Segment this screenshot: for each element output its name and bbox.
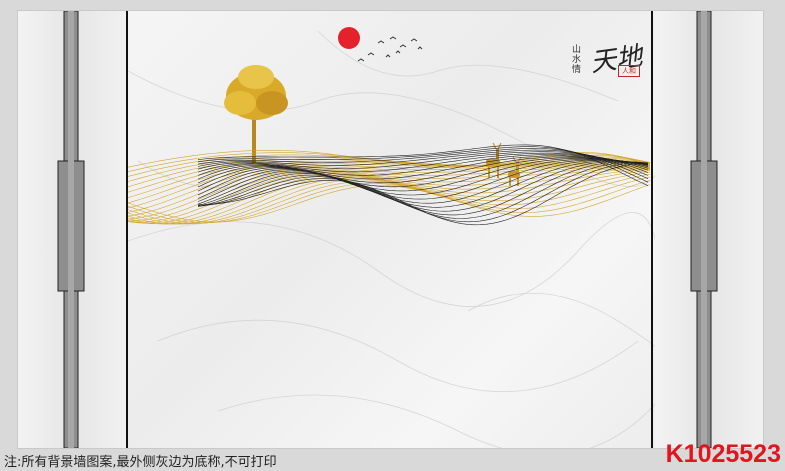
birds-icon bbox=[357, 36, 423, 62]
right-decorative-strip bbox=[690, 11, 718, 448]
red-seal-stamp: 人和 bbox=[618, 65, 640, 77]
calligraphy-title: 山水情 天地 人和 bbox=[570, 39, 660, 109]
footer-note: 注:所有背景墙图案,最外侧灰边为底称,不可打印 bbox=[4, 455, 277, 470]
wall-mural-frame: 山水情 天地 人和 bbox=[17, 10, 764, 449]
left-decorative-strip bbox=[57, 11, 85, 448]
red-sun-icon bbox=[338, 27, 360, 49]
product-code: K1025523 bbox=[665, 440, 781, 468]
golden-tree-icon bbox=[224, 65, 288, 163]
calligraphy-small-text: 山水情 bbox=[572, 45, 582, 75]
wave-line bbox=[128, 166, 651, 220]
